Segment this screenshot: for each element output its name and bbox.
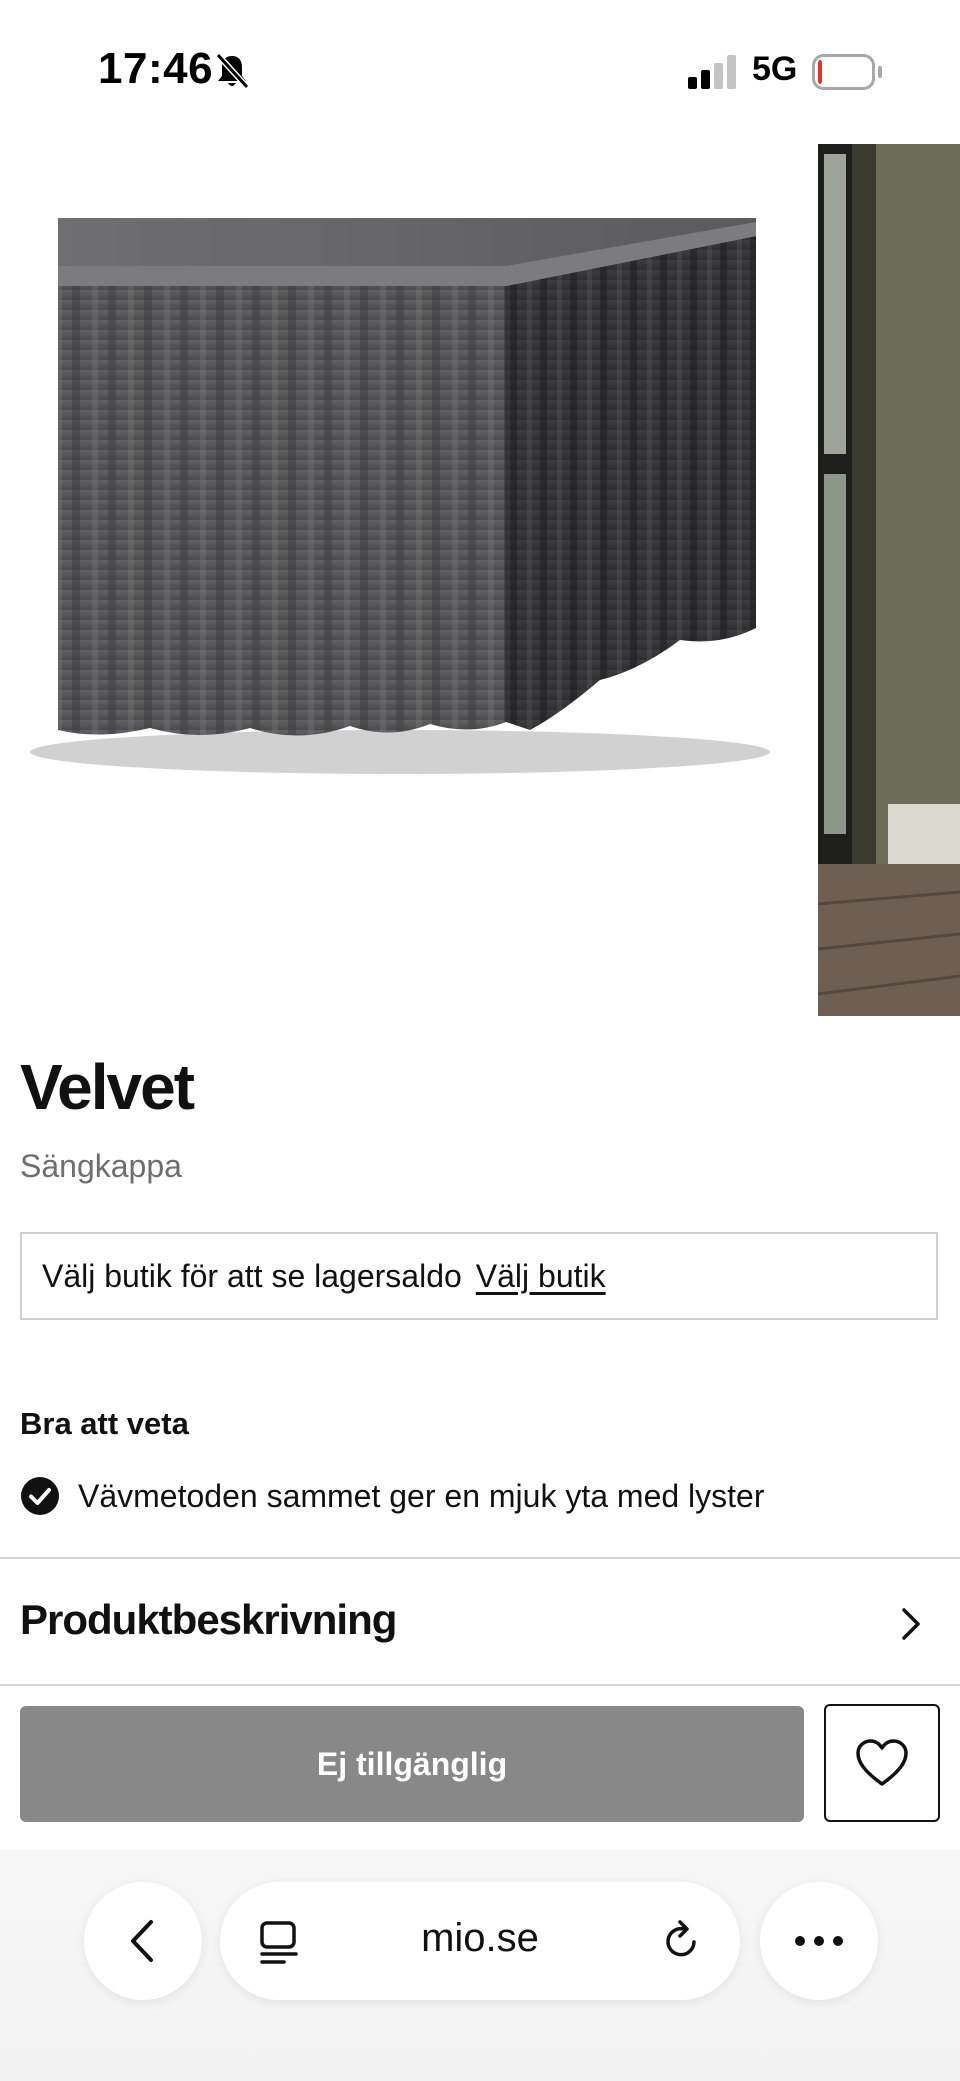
status-time: 17:46 — [98, 44, 214, 93]
reload-icon[interactable] — [660, 1918, 704, 1964]
browser-back-button[interactable] — [84, 1882, 202, 2000]
battery-low-icon — [812, 54, 882, 90]
divider — [0, 1684, 960, 1686]
select-store-link[interactable]: Välj butik — [476, 1258, 606, 1295]
heart-icon — [856, 1739, 908, 1786]
product-description-label: Produktbeskrivning — [20, 1596, 397, 1643]
network-label: 5G — [752, 50, 798, 88]
room-image — [818, 144, 960, 1016]
good-to-know-heading: Bra att veta — [20, 1406, 189, 1441]
unavailable-button[interactable]: Ej tillgänglig — [20, 1706, 804, 1822]
divider — [0, 1557, 960, 1559]
product-description-row[interactable]: Produktbeskrivning — [0, 1560, 960, 1684]
more-icon — [795, 1936, 843, 1946]
signal-icon — [688, 55, 736, 89]
store-availability-box: Välj butik för att se lagersaldo Välj bu… — [20, 1232, 938, 1320]
product-image-carousel[interactable] — [0, 140, 960, 1020]
browser-more-button[interactable] — [760, 1882, 878, 2000]
bed-skirt-image — [30, 218, 770, 774]
back-icon — [131, 1920, 153, 1962]
store-availability-text: Välj butik för att se lagersaldo — [42, 1257, 462, 1294]
wishlist-button[interactable] — [824, 1704, 940, 1822]
feature-item: Vävmetoden sammet ger en mjuk yta med ly… — [20, 1472, 765, 1520]
browser-toolbar: mio.se — [0, 1850, 960, 2081]
page: 17:46 5G Velvet Sängkappa Välj butik för… — [0, 0, 960, 2081]
product-image-main[interactable] — [0, 140, 800, 1020]
product-image-next[interactable] — [818, 144, 960, 1016]
chevron-right-icon — [902, 1608, 920, 1640]
product-subtitle: Sängkappa — [20, 1148, 182, 1184]
bell-slash-icon — [215, 52, 250, 90]
check-circle-icon — [21, 1477, 59, 1515]
address-bar[interactable]: mio.se — [220, 1882, 740, 2000]
feature-text: Vävmetoden sammet ger en mjuk yta med ly… — [78, 1477, 765, 1514]
status-bar: 17:46 5G — [0, 0, 960, 140]
product-title: Velvet — [20, 1051, 195, 1123]
